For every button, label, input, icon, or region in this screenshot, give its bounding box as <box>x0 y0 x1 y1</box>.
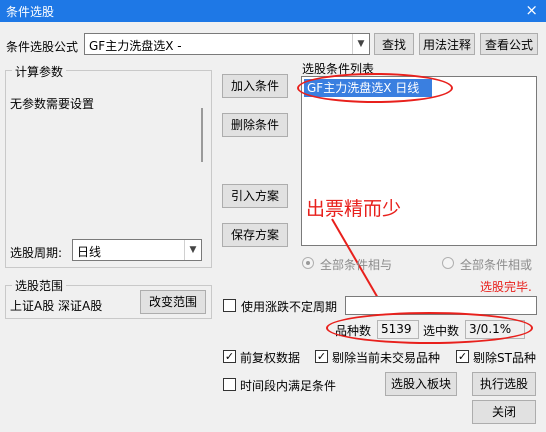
exclude-st-label: 剔除ST品种 <box>473 351 536 365</box>
exclude-not-traded-checkbox[interactable]: ✓ <box>315 350 328 363</box>
view-formula-button[interactable]: 查看公式 <box>480 33 538 55</box>
variable-period-label: 使用涨跌不定周期 <box>241 300 338 314</box>
all-or-label: 全部条件相或 <box>460 258 533 272</box>
save-scheme-button[interactable]: 保存方案 <box>222 223 288 247</box>
title-bar[interactable]: 条件选股 × <box>0 0 546 22</box>
all-and-radio[interactable] <box>302 257 314 269</box>
formula-value: GF主力洗盘选X - <box>89 39 182 53</box>
stock-range-value: 上证A股 深证A股 <box>10 299 103 313</box>
close-icon[interactable]: × <box>525 1 538 19</box>
chevron-down-icon[interactable]: ▼ <box>352 34 369 54</box>
execute-selection-button[interactable]: 执行选股 <box>472 372 536 396</box>
annotation-ellipse-stats <box>326 312 533 344</box>
annotation-ellipse-condition <box>297 73 453 103</box>
period-label: 选股周期: <box>10 246 63 260</box>
calc-params-title: 计算参数 <box>12 63 67 80</box>
status-text: 选股完毕. <box>480 280 532 294</box>
find-button[interactable]: 查找 <box>374 33 414 55</box>
condition-stock-picker-window: 条件选股 × 条件选股公式 GF主力洗盘选X - ▼ 查找 用法注释 查看公式 … <box>0 0 546 432</box>
forward-adjust-label: 前复权数据 <box>240 351 301 365</box>
all-and-label: 全部条件相与 <box>320 258 393 272</box>
formula-label: 条件选股公式 <box>6 40 79 54</box>
window-title: 条件选股 <box>6 5 55 19</box>
exclude-st-checkbox[interactable]: ✓ <box>456 350 469 363</box>
variable-period-checkbox[interactable] <box>223 299 236 312</box>
period-value: 日线 <box>77 245 102 259</box>
no-params-text: 无参数需要设置 <box>10 97 95 111</box>
params-scrollbar[interactable] <box>201 108 203 162</box>
time-range-label: 时间段内满足条件 <box>240 379 337 393</box>
change-range-button[interactable]: 改变范围 <box>140 290 206 314</box>
time-range-checkbox[interactable] <box>223 378 236 391</box>
import-scheme-button[interactable]: 引入方案 <box>222 184 288 208</box>
all-or-radio[interactable] <box>442 257 454 269</box>
chevron-down-icon[interactable]: ▼ <box>184 240 201 260</box>
period-combobox[interactable]: 日线 ▼ <box>72 239 202 261</box>
formula-combobox[interactable]: GF主力洗盘选X - ▼ <box>84 33 370 55</box>
close-button[interactable]: 关闭 <box>472 400 536 424</box>
forward-adjust-checkbox[interactable]: ✓ <box>223 350 236 363</box>
exclude-not-traded-label: 剔除当前未交易品种 <box>332 351 441 365</box>
add-to-block-button[interactable]: 选股入板块 <box>385 372 457 396</box>
add-condition-button[interactable]: 加入条件 <box>222 74 288 98</box>
usage-notes-button[interactable]: 用法注释 <box>419 33 475 55</box>
stock-range-title: 选股范围 <box>12 277 67 294</box>
delete-condition-button[interactable]: 删除条件 <box>222 113 288 137</box>
